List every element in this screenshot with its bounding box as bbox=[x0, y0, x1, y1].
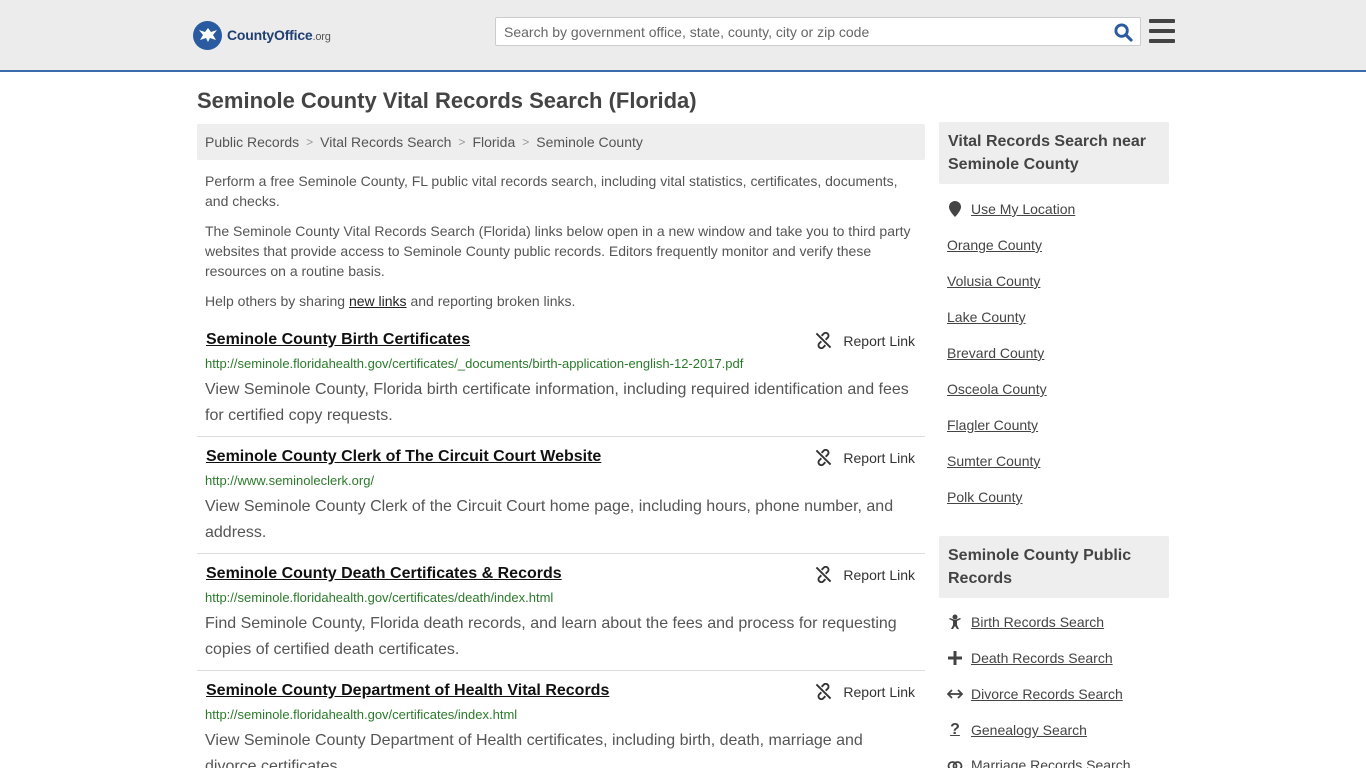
record-description: Find Seminole County, Florida death reco… bbox=[205, 615, 897, 658]
birth-records-link[interactable]: Birth Records Search bbox=[947, 614, 1104, 630]
rings-icon bbox=[947, 757, 963, 768]
search-icon bbox=[1113, 22, 1133, 42]
new-links-link[interactable]: new links bbox=[349, 293, 407, 309]
search-input[interactable] bbox=[496, 18, 1106, 45]
breadcrumb: Public Records > Vital Records Search > … bbox=[197, 124, 925, 160]
page-title: Seminole County Vital Records Search (Fl… bbox=[197, 88, 697, 113]
site-header: CountyOffice.org bbox=[0, 0, 1366, 72]
question-icon: ? bbox=[950, 721, 960, 738]
nearby-county-link[interactable]: Polk County bbox=[947, 489, 1022, 505]
marriage-records-link[interactable]: Marriage Records Search bbox=[947, 757, 1131, 768]
breadcrumb-chevron-icon: > bbox=[458, 135, 466, 149]
record-description: View Seminole County Department of Healt… bbox=[205, 732, 863, 768]
genealogy-search-link[interactable]: ? Genealogy Search bbox=[947, 721, 1087, 738]
breadcrumb-vital-records[interactable]: Vital Records Search bbox=[320, 134, 451, 150]
broken-link-icon bbox=[816, 683, 832, 700]
site-logo[interactable]: CountyOffice.org bbox=[193, 20, 331, 50]
nearby-county-link[interactable]: Lake County bbox=[947, 309, 1026, 325]
nearby-heading: Vital Records Search near Seminole Count… bbox=[939, 122, 1169, 184]
record-title-link[interactable]: Seminole County Death Certificates & Rec… bbox=[206, 565, 562, 583]
record-item: Seminole County Department of Health Vit… bbox=[197, 682, 925, 768]
nearby-county-link[interactable]: Orange County bbox=[947, 237, 1042, 253]
intro-paragraph: Perform a free Seminole County, FL publi… bbox=[205, 173, 898, 209]
report-link-button[interactable]: Report Link bbox=[815, 683, 915, 700]
search-box bbox=[495, 17, 1141, 46]
nearby-county-link[interactable]: Volusia County bbox=[947, 273, 1040, 289]
record-title-link[interactable]: Seminole County Department of Health Vit… bbox=[206, 682, 609, 700]
record-item: Seminole County Death Certificates & Rec… bbox=[197, 565, 925, 671]
report-link-button[interactable]: Report Link bbox=[815, 449, 915, 466]
map-pin-icon bbox=[947, 201, 963, 217]
breadcrumb-chevron-icon: > bbox=[306, 135, 314, 149]
nearby-county-link[interactable]: Flagler County bbox=[947, 417, 1038, 433]
record-url: http://seminole.floridahealth.gov/certif… bbox=[205, 707, 518, 722]
record-url: http://www.seminoleclerk.org/ bbox=[205, 473, 375, 488]
report-link-button[interactable]: Report Link bbox=[815, 566, 915, 583]
record-item: Seminole County Birth Certificates Repor… bbox=[197, 331, 925, 437]
breadcrumb-chevron-icon: > bbox=[522, 135, 530, 149]
search-button[interactable] bbox=[1112, 21, 1134, 43]
broken-link-icon bbox=[816, 332, 832, 349]
breadcrumb-public-records[interactable]: Public Records bbox=[205, 134, 299, 150]
record-item: Seminole County Clerk of The Circuit Cou… bbox=[197, 448, 925, 554]
baby-icon bbox=[947, 614, 963, 630]
cross-icon bbox=[947, 650, 963, 666]
death-records-link[interactable]: Death Records Search bbox=[947, 650, 1113, 666]
report-link-button[interactable]: Report Link bbox=[815, 332, 915, 349]
divorce-records-link[interactable]: Divorce Records Search bbox=[947, 686, 1123, 702]
record-title-link[interactable]: Seminole County Clerk of The Circuit Cou… bbox=[206, 448, 601, 466]
record-url: http://seminole.floridahealth.gov/certif… bbox=[205, 356, 744, 371]
logo-eagle-icon bbox=[193, 20, 222, 50]
broken-link-icon bbox=[816, 566, 832, 583]
broken-link-icon bbox=[816, 449, 832, 466]
arrows-icon bbox=[947, 686, 963, 702]
disclaimer-paragraph: The Seminole County Vital Records Search… bbox=[205, 223, 911, 279]
nearby-county-link[interactable]: Sumter County bbox=[947, 453, 1040, 469]
breadcrumb-florida[interactable]: Florida bbox=[472, 134, 515, 150]
use-my-location-link[interactable]: Use My Location bbox=[947, 201, 1075, 217]
logo-text: CountyOffice.org bbox=[227, 27, 331, 43]
nearby-county-link[interactable]: Brevard County bbox=[947, 345, 1044, 361]
nearby-county-link[interactable]: Osceola County bbox=[947, 381, 1047, 397]
record-description: View Seminole County, Florida birth cert… bbox=[205, 381, 909, 424]
record-description: View Seminole County Clerk of the Circui… bbox=[205, 498, 894, 541]
record-url: http://seminole.floridahealth.gov/certif… bbox=[205, 590, 554, 605]
hamburger-menu-icon[interactable] bbox=[1149, 19, 1175, 43]
breadcrumb-seminole-county[interactable]: Seminole County bbox=[536, 134, 643, 150]
public-records-heading: Seminole County Public Records bbox=[939, 536, 1169, 598]
share-paragraph: Help others by sharing new links and rep… bbox=[205, 293, 576, 309]
record-title-link[interactable]: Seminole County Birth Certificates bbox=[206, 331, 470, 349]
